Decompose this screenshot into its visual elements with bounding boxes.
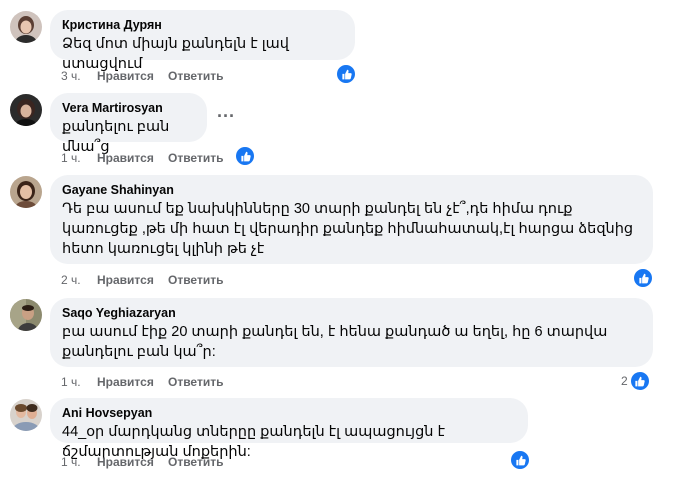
reaction-summary[interactable] <box>235 146 257 166</box>
reply-button[interactable]: Ответить <box>168 455 223 469</box>
comment-bubble: Gayane Shahinyan Դե բա ասում եք նախկիննե… <box>50 175 653 264</box>
comment-time[interactable]: 1 ч. <box>61 151 97 165</box>
comment-time[interactable]: 2 ч. <box>61 273 97 287</box>
comment-actions: 1 ч. Нравится Ответить <box>61 375 223 389</box>
comment-author[interactable]: Vera Martirosyan <box>62 100 195 117</box>
comment-bubble: Кристина Дурян Ձեզ մոտ միայն քանդելն է լ… <box>50 10 355 72</box>
comment-actions: 3 ч. Нравится Ответить <box>61 69 223 83</box>
like-icon <box>510 450 530 470</box>
like-icon <box>629 371 650 391</box>
avatar[interactable] <box>10 94 42 126</box>
like-icon <box>633 268 653 288</box>
reply-button[interactable]: Ответить <box>168 69 223 83</box>
comment-bubble: Ani Hovsepyan 44_օր մարդկանց տներըը քանդ… <box>50 398 528 460</box>
like-icon <box>336 64 356 84</box>
comment-text: Ձեզ մոտ միայն քանդելն է լավ ստացվում <box>62 36 289 72</box>
like-icon <box>235 146 255 166</box>
reaction-summary[interactable] <box>633 268 655 288</box>
comment-bubble: Saqo Yeghiazaryan բա ասում էիք 20 տարի ք… <box>50 298 653 367</box>
avatar[interactable] <box>10 176 42 208</box>
like-button[interactable]: Нравится <box>97 455 168 469</box>
like-button[interactable]: Нравится <box>97 375 168 389</box>
reply-button[interactable]: Ответить <box>168 151 223 165</box>
reaction-summary[interactable]: 2 <box>621 371 650 391</box>
reply-button[interactable]: Ответить <box>168 273 223 287</box>
comment-author[interactable]: Saqo Yeghiazaryan <box>62 305 641 322</box>
avatar[interactable] <box>10 299 42 331</box>
comment-author[interactable]: Gayane Shahinyan <box>62 182 641 199</box>
reaction-count: 2 <box>621 374 628 388</box>
reply-button[interactable]: Ответить <box>168 375 223 389</box>
like-button[interactable]: Нравится <box>97 273 168 287</box>
reaction-summary[interactable] <box>510 450 532 470</box>
comment-author[interactable]: Ani Hovsepyan <box>62 405 516 422</box>
more-options-icon[interactable]: ··· <box>217 106 235 127</box>
comment-time[interactable]: 3 ч. <box>61 69 97 83</box>
comment-author[interactable]: Кристина Дурян <box>62 17 343 34</box>
like-button[interactable]: Нравится <box>97 151 168 165</box>
comment-actions: 1 ч. Нравится Ответить <box>61 455 223 469</box>
comment-time[interactable]: 1 ч. <box>61 455 97 469</box>
like-button[interactable]: Нравится <box>97 69 168 83</box>
avatar[interactable] <box>10 11 42 43</box>
comment-text: բա ասում էիք 20 տարի քանդել են, է հենա ք… <box>62 324 608 360</box>
comment-time[interactable]: 1 ч. <box>61 375 97 389</box>
comment-actions: 1 ч. Нравится Ответить <box>61 151 223 165</box>
reaction-summary[interactable] <box>336 64 358 84</box>
comment-text: Դե բա ասում եք նախկինները 30 տարի քանդել… <box>62 201 634 257</box>
comment-actions: 2 ч. Нравится Ответить <box>61 273 223 287</box>
comment-bubble: Vera Martirosyan քանդելու բան մնա՞ց <box>50 93 207 155</box>
avatar[interactable] <box>10 399 42 431</box>
